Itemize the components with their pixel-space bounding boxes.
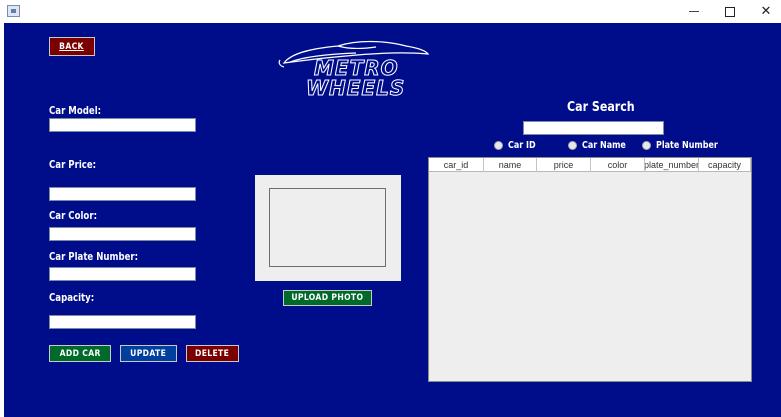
car-price-label: Car Price: xyxy=(49,158,97,171)
plate-number-label: Car Plate Number: xyxy=(49,250,139,263)
search-input[interactable] xyxy=(523,121,664,135)
close-button[interactable]: ✕ xyxy=(748,0,781,23)
add-car-button[interactable]: ADD CAR xyxy=(49,345,111,362)
upload-photo-button-label: UPLOAD PHOTO xyxy=(291,293,364,303)
car-color-label: Car Color: xyxy=(49,209,97,222)
back-button-label: BACK xyxy=(59,41,85,52)
car-search-title: Car Search xyxy=(567,100,635,115)
radio-car-name-label: Car Name xyxy=(582,140,626,151)
capacity-field[interactable] xyxy=(49,315,196,329)
minimize-icon xyxy=(689,11,699,12)
radio-icon xyxy=(494,141,503,150)
logo-text-wheels: WHEELS xyxy=(306,76,405,98)
maximize-icon xyxy=(725,6,735,17)
column-header-car-id[interactable]: car_id xyxy=(429,158,484,172)
photo-preview xyxy=(269,188,386,267)
car-model-field[interactable] xyxy=(49,118,196,132)
delete-button-label: DELETE xyxy=(195,348,230,359)
back-button[interactable]: BACK xyxy=(49,37,95,56)
cars-table[interactable]: car_id name price color plate_number cap… xyxy=(428,157,752,382)
car-color-field[interactable] xyxy=(49,227,196,241)
radio-car-name[interactable]: Car Name xyxy=(568,140,637,151)
upload-photo-button[interactable]: UPLOAD PHOTO xyxy=(283,290,372,306)
main-panel: BACK METRO WHEELS Car Model: Car Price: … xyxy=(4,23,781,417)
update-button-label: UPDATE xyxy=(130,348,167,359)
column-header-capacity[interactable]: capacity xyxy=(699,158,751,172)
window-title-bar: ✕ xyxy=(0,0,781,23)
column-header-color[interactable]: color xyxy=(591,158,645,172)
radio-plate-number-label: Plate Number xyxy=(656,140,718,151)
capacity-label: Capacity: xyxy=(49,291,95,304)
maximize-button[interactable] xyxy=(712,0,748,23)
minimize-button[interactable] xyxy=(676,0,712,23)
update-button[interactable]: UPDATE xyxy=(120,345,177,362)
table-header: car_id name price color plate_number cap… xyxy=(429,158,751,172)
radio-car-id[interactable]: Car ID xyxy=(494,140,543,151)
java-app-icon xyxy=(7,5,20,17)
column-header-plate-number[interactable]: plate_number xyxy=(645,158,699,172)
car-model-label: Car Model: xyxy=(49,104,102,117)
radio-icon xyxy=(642,141,651,150)
photo-panel xyxy=(255,175,401,281)
column-header-name[interactable]: name xyxy=(484,158,537,172)
radio-plate-number[interactable]: Plate Number xyxy=(642,140,733,151)
metro-wheels-logo: METRO WHEELS xyxy=(278,40,430,98)
plate-number-field[interactable] xyxy=(49,267,196,281)
close-icon: ✕ xyxy=(760,4,772,19)
delete-button[interactable]: DELETE xyxy=(186,345,239,362)
car-price-field[interactable] xyxy=(49,187,196,201)
column-header-price[interactable]: price xyxy=(537,158,591,172)
radio-icon xyxy=(568,141,577,150)
radio-car-id-label: Car ID xyxy=(508,140,536,151)
add-car-button-label: ADD CAR xyxy=(59,348,101,359)
